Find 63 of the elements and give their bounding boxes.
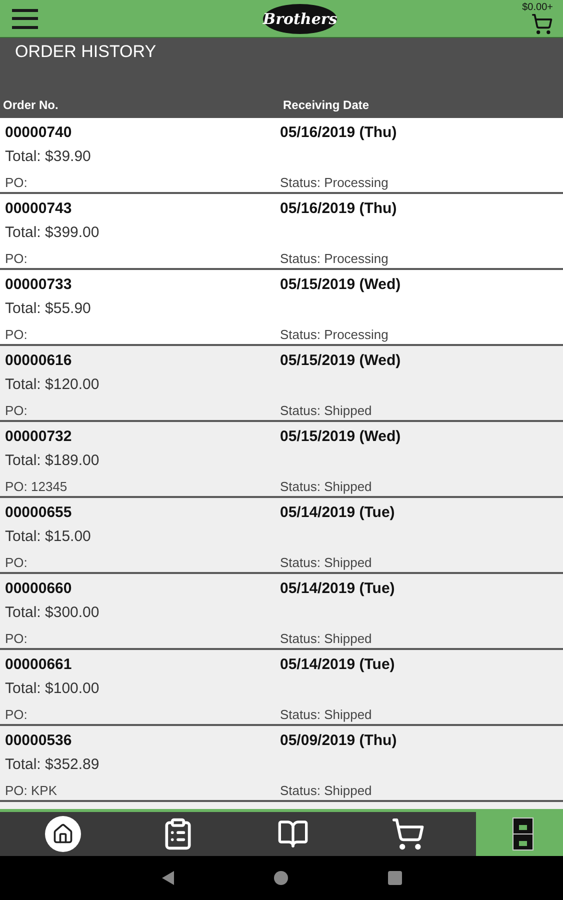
order-number: 00000655 — [5, 504, 72, 520]
receiving-date: 05/15/2019 (Wed) — [280, 428, 401, 444]
recents-icon[interactable] — [388, 871, 402, 885]
cart-total: $0.00+ — [522, 2, 553, 13]
order-total: Total: $55.90 — [5, 300, 91, 316]
receiving-date: 05/15/2019 (Wed) — [280, 276, 401, 292]
order-status: Status: Processing — [280, 327, 388, 344]
po-label: PO: — [5, 631, 28, 648]
order-number: 00000660 — [5, 580, 72, 596]
menu-button[interactable] — [12, 8, 38, 28]
receiving-date: 05/09/2019 (Thu) — [280, 732, 397, 748]
po-label: PO: — [5, 403, 28, 420]
order-row[interactable]: 00000733 05/15/2019 (Wed) Total: $55.90 PO: Status: Processing — [0, 270, 563, 346]
back-icon[interactable] — [162, 871, 174, 885]
receiving-date: 05/15/2019 (Wed) — [280, 352, 401, 368]
order-number: 00000536 — [5, 732, 72, 748]
order-number: 00000740 — [5, 124, 72, 140]
cart-icon — [390, 817, 424, 851]
po-label: PO: — [5, 175, 28, 192]
po-label: PO: 12345 — [5, 479, 68, 496]
receiving-date: 05/16/2019 (Thu) — [280, 200, 397, 216]
order-status: Status: Shipped — [280, 555, 372, 572]
order-status: Status: Shipped — [280, 479, 372, 496]
cart-button[interactable]: $0.00+ — [522, 2, 553, 35]
cabinet-icon — [512, 817, 534, 851]
column-header: Receiving Date — [283, 98, 370, 112]
order-total: Total: $300.00 — [5, 604, 100, 620]
order-status: Status: Shipped — [280, 631, 372, 648]
order-number: 00000661 — [5, 656, 72, 672]
order-total: Total: $39.90 — [5, 148, 91, 164]
po-label: PO: — [5, 555, 28, 572]
order-status: Status: Processing — [280, 251, 388, 268]
column-header: Order No. — [3, 98, 60, 112]
order-status: Status: Processing — [280, 175, 388, 192]
order-status: Status: Shipped — [280, 403, 372, 420]
receiving-date: 05/16/2019 (Thu) — [280, 124, 397, 140]
order-number: 00000616 — [5, 352, 72, 368]
order-status: Status: Shipped — [280, 707, 372, 724]
order-total: Total: $100.00 — [5, 680, 100, 696]
po-label: PO: — [5, 327, 28, 344]
cart-icon — [531, 13, 553, 35]
home-icon[interactable] — [274, 871, 288, 885]
po-label: PO: — [5, 251, 28, 268]
order-total: Total: $120.00 — [5, 376, 100, 392]
order-row[interactable]: 00000743 05/16/2019 (Thu) Total: $399.00 PO: Status: Processing — [0, 194, 563, 270]
order-total: Total: $399.00 — [5, 224, 100, 240]
book-icon — [276, 818, 308, 850]
home-icon — [44, 816, 80, 852]
receiving-date: 05/14/2019 (Tue) — [280, 656, 395, 672]
receiving-date: 05/14/2019 (Tue) — [280, 504, 395, 520]
po-label: PO: — [5, 707, 28, 724]
order-total: Total: $15.00 — [5, 528, 91, 544]
order-number: 00000743 — [5, 200, 72, 216]
order-number: 00000732 — [5, 428, 72, 444]
po-label: PO: KPK — [5, 783, 58, 800]
page-title: ORDER HISTORY — [14, 42, 156, 62]
order-number: 00000733 — [5, 276, 72, 292]
nav-tab[interactable] — [476, 812, 563, 856]
order-total: Total: $352.89 — [5, 756, 100, 772]
receiving-date: 05/14/2019 (Tue) — [280, 580, 395, 596]
order-status: Status: Shipped — [280, 783, 372, 800]
order-total: Total: $189.00 — [5, 452, 100, 468]
order-row[interactable]: 00000740 05/16/2019 (Thu) Total: $39.90 PO: Status: Processing — [0, 118, 563, 194]
